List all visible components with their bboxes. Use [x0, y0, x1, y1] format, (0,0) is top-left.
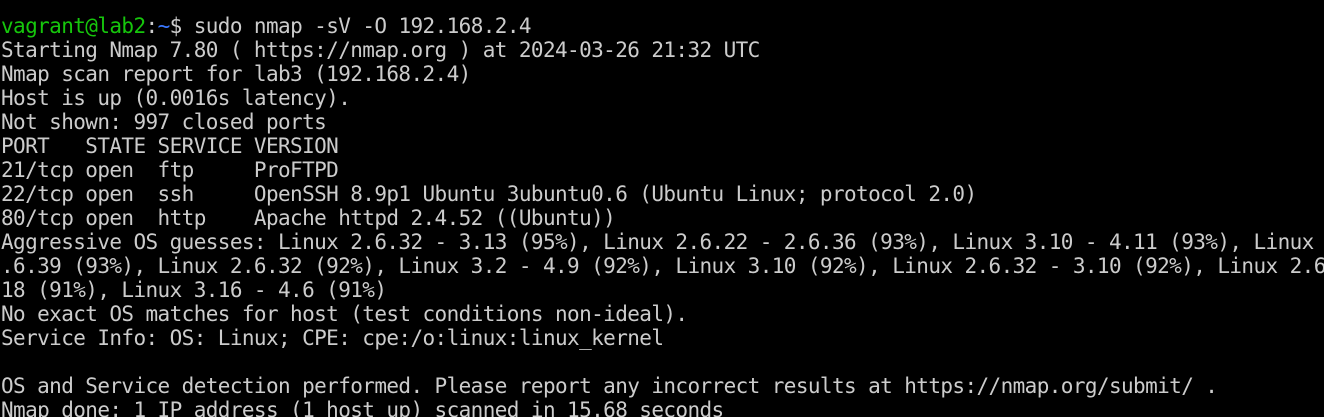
prompt-symbol: $	[169, 14, 194, 38]
output-line: Nmap scan report for lab3 (192.168.2.4)	[1, 62, 471, 86]
command-line: vagrant@lab2:~$ sudo nmap -sV -O 192.168…	[1, 14, 1324, 38]
output-line: Starting Nmap 7.80 ( https://nmap.org ) …	[1, 38, 760, 62]
output-line: Nmap done: 1 IP address (1 host up) scan…	[1, 398, 724, 417]
output-line: Not shown: 997 closed ports	[1, 110, 327, 134]
port-table-header: PORT STATE SERVICE VERSION	[1, 134, 339, 158]
os-guesses-line: 18 (91%), Linux 3.16 - 4.6 (91%)	[1, 278, 387, 302]
clipped-top-line	[1, 0, 1324, 14]
prompt-user-host: vagrant@lab2	[1, 14, 146, 38]
port-table-row: 21/tcp open ftp ProFTPD	[1, 158, 339, 182]
output-line: OS and Service detection performed. Plea…	[1, 374, 1218, 398]
terminal-screen: vagrant@lab2:~$ sudo nmap -sV -O 192.168…	[1, 0, 1324, 417]
os-guesses-line: .6.39 (93%), Linux 2.6.32 (92%), Linux 3…	[1, 254, 1324, 278]
os-guesses-line: Aggressive OS guesses: Linux 2.6.32 - 3.…	[1, 230, 1324, 254]
port-table-row: 22/tcp open ssh OpenSSH 8.9p1 Ubuntu 3ub…	[1, 182, 977, 206]
terminal-window[interactable]: vagrant@lab2:~$ sudo nmap -sV -O 192.168…	[0, 0, 1324, 417]
port-table-row: 80/tcp open http Apache httpd 2.4.52 ((U…	[1, 206, 616, 230]
command-text: sudo nmap -sV -O 192.168.2.4	[193, 14, 532, 38]
service-info-line: Service Info: OS: Linux; CPE: cpe:/o:lin…	[1, 326, 664, 350]
output-line: No exact OS matches for host (test condi…	[1, 302, 688, 326]
prompt-path: ~	[157, 14, 171, 38]
prompt-separator: :	[145, 14, 159, 38]
output-line: Host is up (0.0016s latency).	[1, 86, 351, 110]
